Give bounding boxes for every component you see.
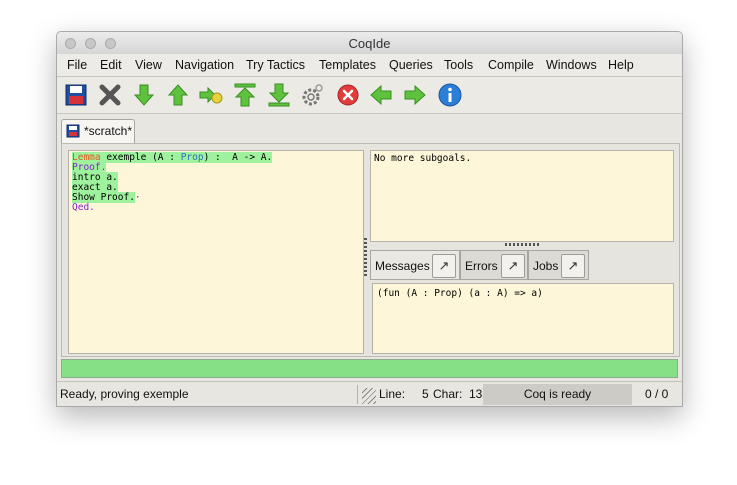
tab-errors[interactable]: Errors ↗ bbox=[460, 250, 528, 280]
menu-compile[interactable]: Compile bbox=[488, 58, 534, 72]
document-saved-icon bbox=[66, 124, 80, 138]
menu-bar: File Edit View Navigation Try Tactics Te… bbox=[57, 54, 682, 77]
script-editor[interactable]: Lemma exemple (A : Prop) : A -> A. Proof… bbox=[68, 150, 364, 354]
menu-edit[interactable]: Edit bbox=[100, 58, 122, 72]
interrupt-icon[interactable] bbox=[335, 82, 361, 108]
menu-tools[interactable]: Tools bbox=[444, 58, 473, 72]
status-separator bbox=[357, 385, 358, 404]
menu-templates[interactable]: Templates bbox=[319, 58, 376, 72]
processing-progress-bar bbox=[61, 359, 678, 378]
go-to-end-icon[interactable] bbox=[266, 82, 292, 108]
tab-scratch[interactable]: *scratch* bbox=[61, 119, 135, 144]
close-icon[interactable] bbox=[97, 82, 123, 108]
tab-label: *scratch* bbox=[84, 124, 133, 138]
content-area: Lemma exemple (A : Prop) : A -> A. Proof… bbox=[61, 143, 680, 357]
vertical-pane-handle[interactable] bbox=[364, 236, 367, 276]
detach-jobs-icon[interactable]: ↗ bbox=[561, 254, 585, 278]
title-bar: CoqIde bbox=[57, 32, 682, 55]
document-tabs: *scratch* bbox=[57, 114, 682, 144]
window-title: CoqIde bbox=[348, 36, 391, 51]
menu-view[interactable]: View bbox=[135, 58, 162, 72]
messages-text: (fun (A : Prop) (a : A) => a) bbox=[377, 288, 543, 299]
tab-jobs-label: Jobs bbox=[533, 259, 559, 273]
message-tabs: Messages ↗ Errors ↗ Jobs ↗ bbox=[370, 248, 674, 280]
detach-messages-icon[interactable]: ↗ bbox=[432, 254, 456, 278]
resize-grip-icon[interactable] bbox=[362, 388, 376, 404]
detach-errors-icon[interactable]: ↗ bbox=[501, 254, 525, 278]
char-value: 13 bbox=[469, 387, 483, 401]
tab-messages[interactable]: Messages ↗ bbox=[370, 250, 460, 280]
menu-help[interactable]: Help bbox=[608, 58, 634, 72]
messages-panel: (fun (A : Prop) (a : A) => a) bbox=[372, 283, 674, 354]
tab-errors-label: Errors bbox=[465, 259, 498, 273]
restart-icon[interactable] bbox=[232, 82, 258, 108]
backward-one-icon[interactable] bbox=[165, 82, 191, 108]
line-label: Line: bbox=[379, 387, 406, 401]
status-message: Ready, proving exemple bbox=[60, 387, 189, 401]
menu-queries[interactable]: Queries bbox=[389, 58, 433, 72]
save-icon[interactable] bbox=[63, 82, 89, 108]
forward-one-icon[interactable] bbox=[131, 82, 157, 108]
char-label: Char: bbox=[433, 387, 463, 401]
proof-counter: 0 / 0 bbox=[645, 387, 669, 401]
menu-navigation[interactable]: Navigation bbox=[175, 58, 234, 72]
cursor-mark: · bbox=[134, 192, 141, 203]
menu-try-tactics[interactable]: Try Tactics bbox=[246, 58, 305, 72]
coqide-window: CoqIde File Edit View Navigation Try Tac… bbox=[56, 31, 683, 407]
line-value: 5 bbox=[422, 387, 429, 401]
status-bar: Ready, proving exemple Line: 5 Char: 13 … bbox=[57, 381, 682, 406]
toolbar bbox=[57, 77, 682, 114]
horizontal-pane-handle[interactable] bbox=[505, 243, 539, 246]
menu-file[interactable]: File bbox=[67, 58, 87, 72]
next-icon[interactable] bbox=[402, 82, 428, 108]
qed-keyword: Qed. bbox=[72, 202, 95, 213]
lemma-type: Prop bbox=[180, 152, 204, 163]
go-to-cursor-icon[interactable] bbox=[198, 82, 224, 108]
settings-gear-icon[interactable] bbox=[299, 82, 325, 108]
tab-messages-label: Messages bbox=[375, 259, 430, 273]
lemma-name: exemple (A : bbox=[100, 152, 181, 163]
coq-state-indicator: Coq is ready bbox=[483, 384, 632, 405]
tab-jobs[interactable]: Jobs ↗ bbox=[528, 250, 589, 280]
editor-line-6: Qed. bbox=[72, 202, 95, 213]
about-info-icon[interactable] bbox=[437, 82, 463, 108]
menu-windows[interactable]: Windows bbox=[546, 58, 597, 72]
previous-icon[interactable] bbox=[368, 82, 394, 108]
goals-panel: No more subgoals. bbox=[370, 150, 674, 242]
goals-text: No more subgoals. bbox=[374, 153, 472, 164]
lemma-statement: ) : A -> A. bbox=[203, 152, 273, 163]
